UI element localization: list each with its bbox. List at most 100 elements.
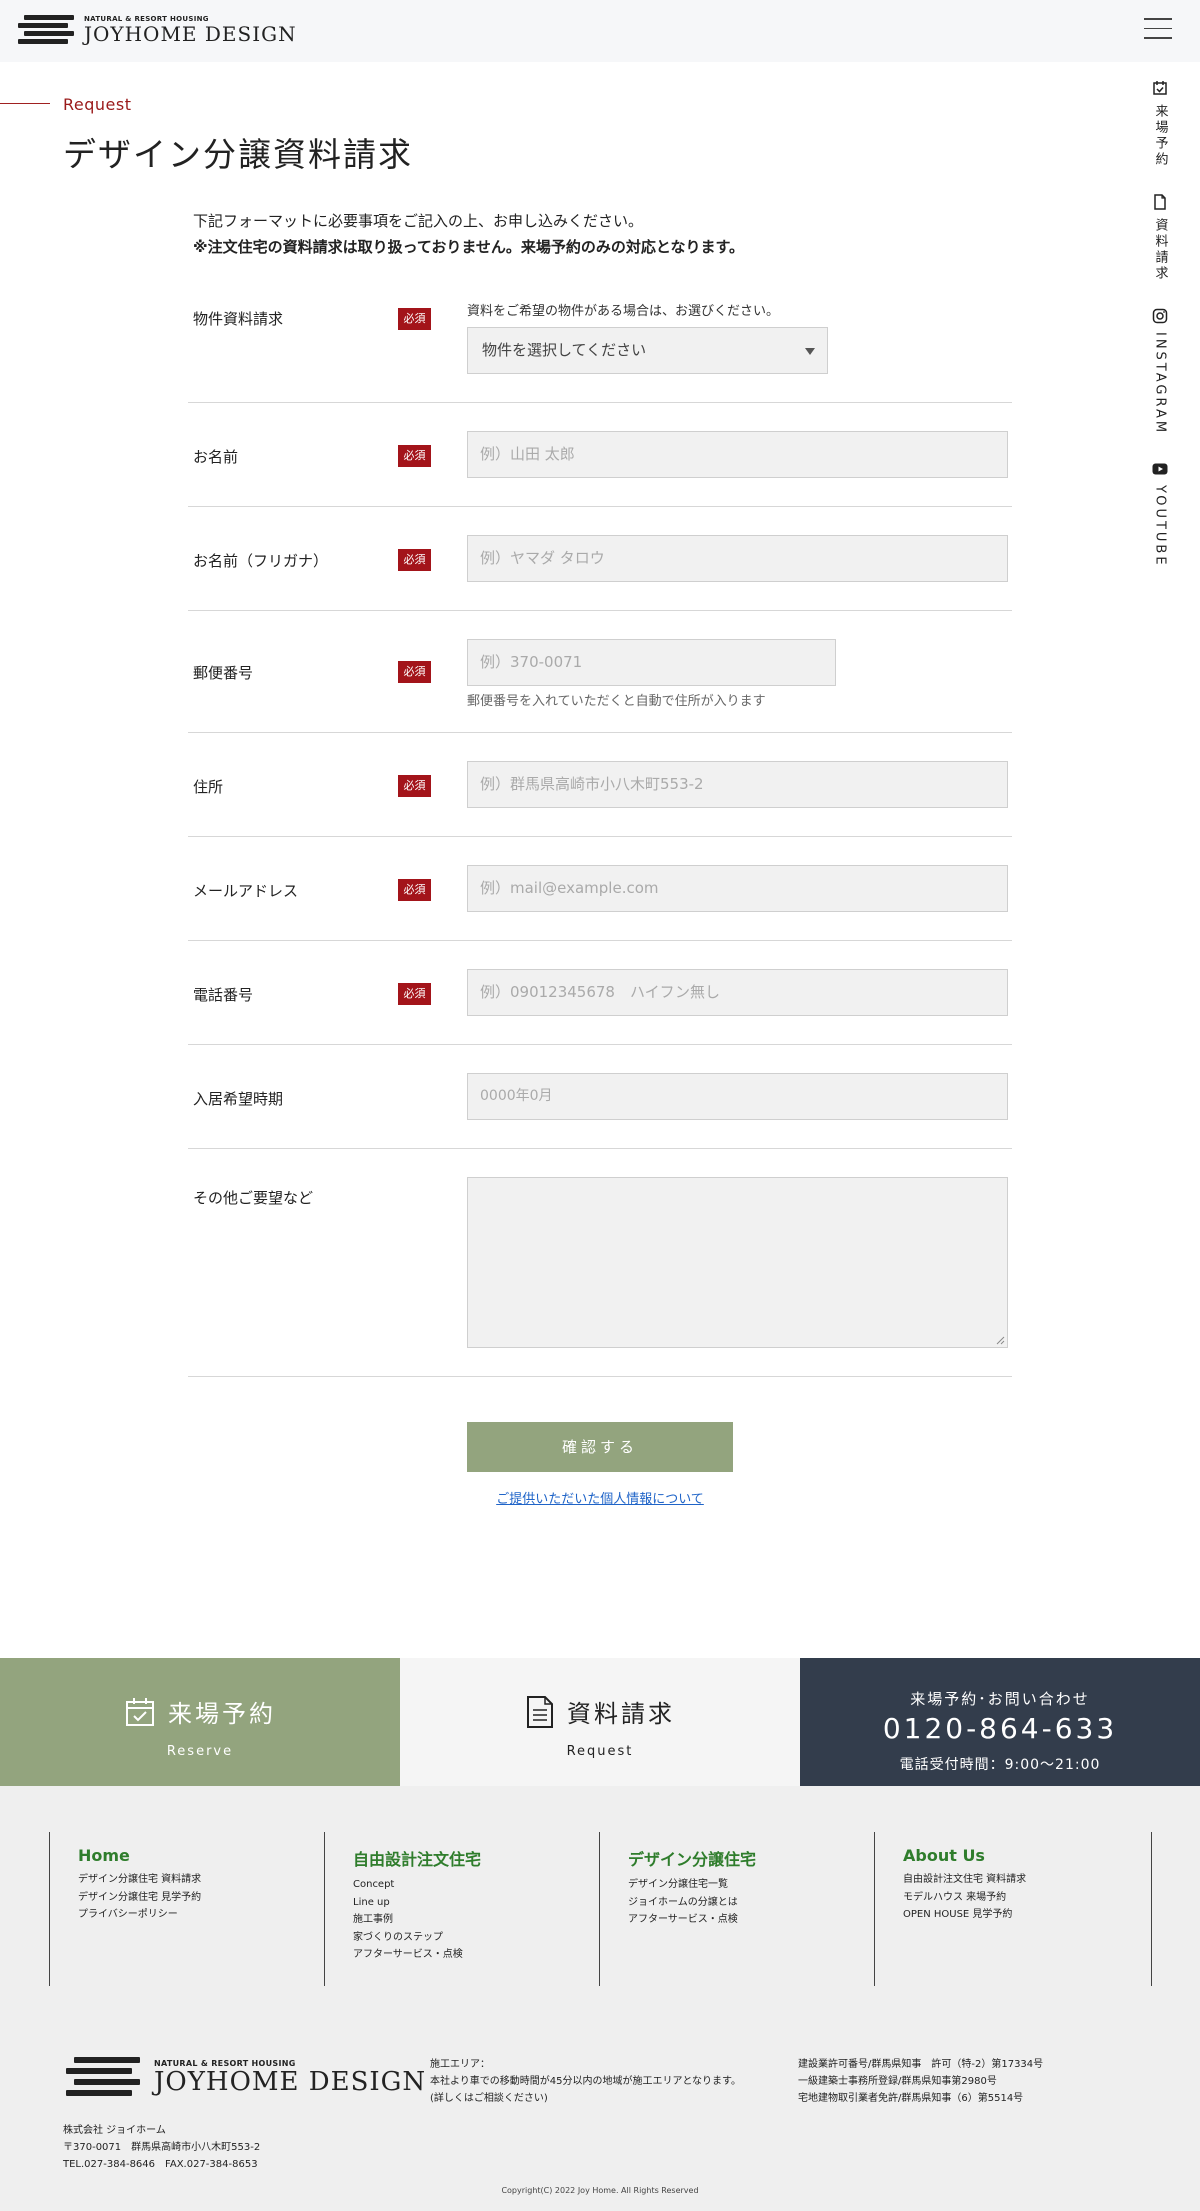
footer-link[interactable]: デザイン分譲住宅 資料請求 <box>78 1871 325 1889</box>
logo-wordmark: JOYHOME DESIGN <box>154 2066 427 2097</box>
cta-reserve[interactable]: 来場予約 Reserve <box>0 1658 400 1786</box>
caret-down-icon <box>805 348 815 355</box>
field-label: お名前 <box>193 448 239 466</box>
privacy-link[interactable]: ご提供いただいた個人情報について <box>0 1488 1200 1507</box>
form-row-property: 物件資料請求 必須 資料をご希望の物件がある場合は、お選びください。 物件を選択… <box>188 290 1012 403</box>
cta-request-sub: Request <box>566 1744 634 1759</box>
cta-contact[interactable]: 来場予約･お問い合わせ 0120-864-633 電話受付時間：9:00～21:… <box>800 1658 1200 1786</box>
footer-col-heading[interactable]: 自由設計注文住宅 <box>353 1846 600 1870</box>
footer-link[interactable]: ジョイホームの分譲とは <box>628 1894 875 1912</box>
cta-reserve-title: 来場予約 <box>168 1700 276 1728</box>
footer-link[interactable]: 施工事例 <box>353 1911 600 1929</box>
logo-wordmark: JOYHOME DESIGN <box>84 22 297 46</box>
side-nav-request[interactable]: 資料請求 <box>1150 194 1170 282</box>
instagram-icon <box>1152 308 1168 324</box>
footer-link[interactable]: モデルハウス 来場予約 <box>903 1889 1151 1907</box>
cta-request[interactable]: 資料請求 Request <box>400 1658 800 1786</box>
field-label: その他ご要望など <box>193 1189 314 1207</box>
intro-note: ※注文住宅の資料請求は取り扱っておりません。来場予約のみの対応となります。 <box>193 238 744 256</box>
footer-link[interactable]: OPEN HOUSE 見学予約 <box>903 1906 1151 1924</box>
footer-col-custom: 自由設計注文住宅 Concept Line up 施工事例 家づくりのステップ … <box>324 1832 600 1986</box>
calendar-check-icon <box>126 1697 154 1726</box>
form-row-phone: 電話番号 必須 例）09012345678 ハイフン無し <box>188 941 1012 1045</box>
required-badge: 必須 <box>398 549 431 571</box>
footer-text-line: 宅地建物取引業者免許/群馬県知事（6）第5514号 <box>798 2093 1024 2104</box>
required-badge: 必須 <box>398 983 431 1005</box>
side-nav-instagram[interactable]: INSTAGRAM <box>1150 308 1170 435</box>
property-select[interactable]: 物件を選択してください <box>467 327 828 374</box>
footer-service-area: 施工エリア： 本社より車での移動時間が45分以内の地域が施工エリアとなります。 … <box>430 2056 741 2107</box>
footer-col-heading[interactable]: Home <box>78 1846 325 1865</box>
hamburger-menu-icon[interactable] <box>1144 18 1172 42</box>
side-nav-youtube[interactable]: YOUTUBE <box>1150 461 1170 568</box>
site-footer: Home デザイン分譲住宅 資料請求 デザイン分譲住宅 見学予約 プライバシーポ… <box>0 1786 1200 2211</box>
side-nav-label: 来場予約 <box>1152 104 1168 168</box>
document-icon <box>527 1695 553 1728</box>
document-icon <box>1154 194 1166 210</box>
footer-link[interactable]: デザイン分譲住宅一覧 <box>628 1876 875 1894</box>
resize-grip-icon[interactable] <box>995 1335 1005 1345</box>
property-select-value: 物件を選択してください <box>482 341 647 359</box>
field-label: 物件資料請求 <box>193 310 284 328</box>
field-label: 郵便番号 <box>193 664 254 682</box>
footer-link[interactable]: プライバシーポリシー <box>78 1906 325 1924</box>
calendar-check-icon <box>1153 81 1167 95</box>
address-input[interactable]: 例）群馬県高崎市小八木町553-2 <box>467 761 1008 808</box>
required-badge: 必須 <box>398 661 431 683</box>
other-textarea[interactable] <box>467 1177 1008 1348</box>
side-nav: 来場予約 資料請求 INSTAGRAM YOUTUBE <box>1150 80 1170 594</box>
footer-text-line: 建設業許可番号/群馬県知事 許可（特-2）第17334号 <box>798 2059 1044 2070</box>
footer-licenses: 建設業許可番号/群馬県知事 許可（特-2）第17334号 一級建築士事務所登録/… <box>798 2056 1043 2107</box>
footer-logo[interactable]: NATURAL & RESORT HOUSING JOYHOME DESIGN <box>66 2057 426 2097</box>
footer-link[interactable]: 家づくりのステップ <box>353 1929 600 1947</box>
form-row-other: その他ご要望など <box>188 1149 1012 1377</box>
field-label: メールアドレス <box>193 882 299 900</box>
footer-col-about: About Us 自由設計注文住宅 資料請求 モデルハウス 来場予約 OPEN … <box>874 1832 1152 1986</box>
footer-col-home: Home デザイン分譲住宅 資料請求 デザイン分譲住宅 見学予約 プライバシーポ… <box>49 1832 325 1986</box>
zip-input[interactable]: 例）370-0071 <box>467 639 836 686</box>
email-input[interactable]: 例）mail@example.com <box>467 865 1008 912</box>
form-row-name: お名前 必須 例）山田 太郎 <box>188 403 1012 507</box>
footer-link[interactable]: デザイン分譲住宅 見学予約 <box>78 1889 325 1907</box>
side-nav-label: INSTAGRAM <box>1152 332 1168 436</box>
footer-col-design: デザイン分譲住宅 デザイン分譲住宅一覧 ジョイホームの分譲とは アフターサービス… <box>599 1832 875 1986</box>
form-row-address: 住所 必須 例）群馬県高崎市小八木町553-2 <box>188 733 1012 837</box>
footer-link[interactable]: アフターサービス・点検 <box>353 1946 600 1964</box>
form-row-move-in: 入居希望時期 0000年0月 <box>188 1045 1012 1149</box>
footer-link[interactable]: 自由設計注文住宅 資料請求 <box>903 1871 1151 1889</box>
phone-input[interactable]: 例）09012345678 ハイフン無し <box>467 969 1008 1016</box>
cta-contact-phone[interactable]: 0120-864-633 <box>800 1712 1200 1745</box>
move-in-input[interactable]: 0000年0月 <box>467 1073 1008 1120</box>
eyebrow-divider <box>0 103 50 104</box>
footer-text-line: 本社より車での移動時間が45分以内の地域が施工エリアとなります。 <box>430 2076 742 2087</box>
name-input[interactable]: 例）山田 太郎 <box>467 431 1008 478</box>
logo-mark-icon <box>66 2057 140 2097</box>
property-note: 資料をご希望の物件がある場合は、お選びください。 <box>467 304 780 319</box>
site-logo[interactable]: NATURAL & RESORT HOUSING JOYHOME DESIGN <box>18 15 297 45</box>
footer-link[interactable]: Line up <box>353 1894 600 1912</box>
footer-link[interactable]: アフターサービス・点検 <box>628 1911 875 1929</box>
cta-reserve-sub: Reserve <box>166 1744 234 1759</box>
footer-col-heading[interactable]: デザイン分譲住宅 <box>628 1846 875 1870</box>
form-intro: 下記フォーマットに必要事項をご記入の上、お申し込みください。 ※注文住宅の資料請… <box>193 208 744 260</box>
confirm-button[interactable]: 確認する <box>467 1422 733 1472</box>
required-badge: 必須 <box>398 308 431 330</box>
side-nav-reserve[interactable]: 来場予約 <box>1150 80 1170 168</box>
form-row-email: メールアドレス 必須 例）mail@example.com <box>188 837 1012 941</box>
copyright: Copyright(C) 2022 Joy Home. All Rights R… <box>501 2186 699 2195</box>
cta-contact-hours: 電話受付時間：9:00～21:00 <box>899 1757 1101 1773</box>
kana-input[interactable]: 例）ヤマダ タロウ <box>467 535 1008 582</box>
footer-link[interactable]: Concept <box>353 1876 600 1894</box>
footer-text-line: 株式会社 ジョイホーム <box>63 2125 166 2136</box>
footer-text-line: 一級建築士事務所登録/群馬県知事第2980号 <box>798 2076 997 2087</box>
zip-note: 郵便番号を入れていただくと自動で住所が入ります <box>467 694 766 709</box>
required-badge: 必須 <box>398 775 431 797</box>
field-label: 入居希望時期 <box>193 1090 284 1108</box>
youtube-icon <box>1152 463 1168 475</box>
footer-col-heading[interactable]: About Us <box>903 1846 1151 1865</box>
side-nav-label: 資料請求 <box>1152 218 1168 282</box>
intro-text: 下記フォーマットに必要事項をご記入の上、お申し込みください。 <box>193 212 644 230</box>
cta-request-title: 資料請求 <box>567 1700 675 1728</box>
footer-text-line: 施工エリア： <box>430 2059 490 2070</box>
page-title: デザイン分譲資料請求 <box>63 135 413 174</box>
